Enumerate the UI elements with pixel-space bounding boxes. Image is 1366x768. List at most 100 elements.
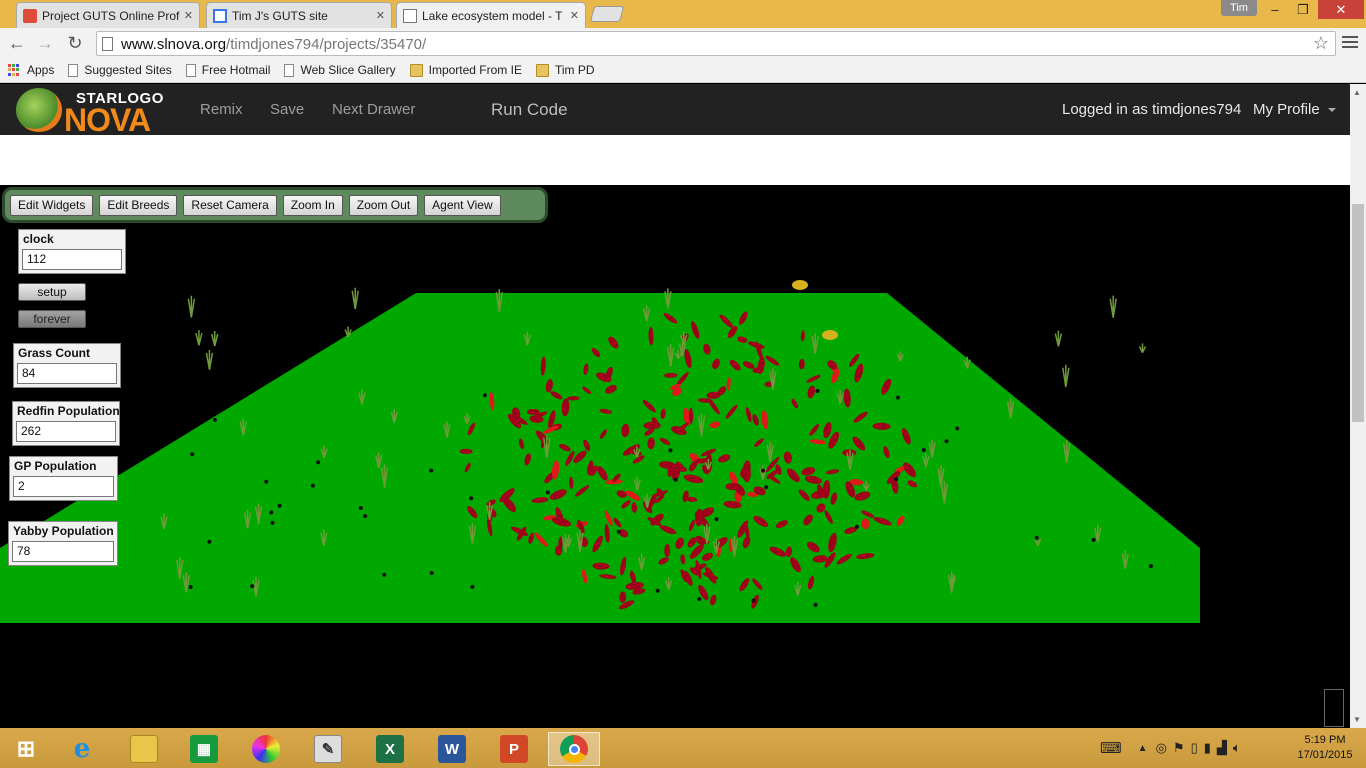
scroll-down-icon[interactable]: ▼ — [1353, 715, 1361, 724]
browser-toolbar: ← → ↻ www.slnova.org/timdjones794/projec… — [0, 28, 1366, 58]
bookmark-tim-pd[interactable]: Tim PD — [535, 63, 595, 77]
yabby-agent — [673, 477, 678, 482]
bookmark-apps[interactable]: Apps — [8, 63, 54, 77]
excel-icon[interactable]: X — [364, 732, 416, 766]
close-icon[interactable]: ✕ — [184, 9, 193, 22]
yabby-agent — [714, 517, 719, 522]
page-icon — [68, 63, 79, 77]
run-code-link[interactable]: Run Code — [491, 100, 568, 120]
show-hidden-icons-icon[interactable]: ▲ — [1138, 743, 1148, 754]
sync-icon[interactable]: ◎ — [1156, 740, 1167, 756]
forever-button[interactable]: forever — [18, 310, 86, 328]
flag-icon[interactable]: ⚑ — [1173, 740, 1185, 756]
profile-button[interactable]: Tim — [1221, 0, 1257, 16]
next-drawer-link[interactable]: Next Drawer — [332, 101, 415, 118]
bookmark-label: Apps — [27, 63, 55, 77]
reset-camera-button[interactable]: Reset Camera — [183, 194, 277, 216]
volume-icon[interactable]: 🔈︎ — [1233, 740, 1241, 756]
yabby-population-widget: Yabby Population 78 — [8, 521, 118, 566]
page-icon — [403, 8, 417, 23]
chrome-icon[interactable] — [548, 732, 600, 766]
yabby-agent — [1034, 535, 1039, 540]
power-icon[interactable]: ▯ — [1191, 740, 1198, 756]
scroll-up-icon[interactable]: ▲ — [1353, 88, 1361, 97]
grass-agent — [351, 287, 359, 310]
remix-link[interactable]: Remix — [200, 101, 243, 118]
tab-title: Project GUTS Online Profe — [42, 8, 180, 23]
edit-widgets-button[interactable]: Edit Widgets — [10, 194, 94, 216]
browser-tab-strip: Project GUTS Online Profe ✕ Tim J's GUTS… — [0, 0, 1366, 28]
close-icon[interactable]: ✕ — [570, 9, 579, 22]
bookmark-imported-from-ie[interactable]: Imported From IE — [409, 63, 522, 77]
simulation-viewport[interactable]: Edit Widgets Edit Breeds Reset Camera Zo… — [0, 185, 1350, 728]
bookmark-web-slice-gallery[interactable]: Web Slice Gallery — [284, 63, 396, 77]
zoom-in-button[interactable]: Zoom In — [282, 194, 343, 216]
bookmark-suggested-sites[interactable]: Suggested Sites — [68, 63, 172, 77]
url-text[interactable]: www.slnova.org/timdjones794/projects/354… — [121, 36, 426, 53]
gp-population-label: GP Population — [14, 459, 97, 473]
my-profile-dropdown[interactable]: My Profile — [1253, 101, 1336, 118]
folder-icon — [535, 63, 549, 77]
keyboard-icon[interactable]: ⌨ — [1100, 739, 1122, 757]
save-link[interactable]: Save — [270, 101, 304, 118]
reload-icon[interactable]: ↻ — [64, 32, 86, 54]
file-explorer-icon[interactable] — [118, 732, 170, 766]
folder-icon — [409, 63, 423, 77]
forward-arrow-icon[interactable]: → — [34, 32, 56, 54]
tab-tim-guts-site[interactable]: Tim J's GUTS site ✕ — [206, 2, 392, 28]
store-icon[interactable]: ▦ — [178, 732, 230, 766]
yabby-agent — [761, 468, 766, 473]
yabby-agent — [944, 439, 949, 444]
yabby-agent — [470, 584, 475, 589]
gp-agent — [822, 330, 838, 340]
edit-breeds-button[interactable]: Edit Breeds — [99, 194, 178, 216]
tab-lake-ecosystem[interactable]: Lake ecosystem model - T ✕ — [396, 2, 586, 28]
grass-agent — [210, 330, 219, 347]
resize-handle[interactable] — [1324, 689, 1344, 727]
yabby-agent — [616, 529, 621, 534]
paint-icon[interactable] — [240, 732, 292, 766]
hamburger-menu-icon[interactable] — [1342, 36, 1358, 50]
windows-taskbar: ⊞ e ▦ ✎ X W P ⌨ ▲ ◎ ⚑ ▯ ▮ ▟ 🔈︎ 5:19 PM 1… — [0, 728, 1366, 768]
close-window-button[interactable]: ✕ — [1318, 0, 1364, 19]
system-clock[interactable]: 5:19 PM 17/01/2015 — [1288, 733, 1362, 763]
yabby-population-label: Yabby Population — [13, 524, 114, 538]
powerpoint-icon[interactable]: P — [488, 732, 540, 766]
bookmark-star-icon[interactable]: ☆ — [1313, 33, 1329, 54]
network-icon[interactable]: ▮ — [1204, 740, 1211, 756]
yabby-agent — [277, 503, 282, 508]
ie-icon[interactable]: e — [56, 732, 108, 766]
notepad-icon[interactable]: ✎ — [302, 732, 354, 766]
tab-project-guts[interactable]: Project GUTS Online Profe ✕ — [16, 2, 200, 28]
minimize-button[interactable]: – — [1262, 0, 1288, 19]
signal-icon[interactable]: ▟ — [1217, 740, 1227, 756]
widget-toolbar: Edit Widgets Edit Breeds Reset Camera Zo… — [2, 187, 548, 223]
yabby-agent — [896, 395, 900, 400]
word-icon[interactable]: W — [426, 732, 478, 766]
address-bar[interactable]: www.slnova.org/timdjones794/projects/354… — [96, 31, 1336, 56]
yabby-agent — [429, 468, 434, 473]
terrain-canvas[interactable] — [0, 185, 1350, 728]
caret-down-icon — [1327, 108, 1336, 113]
starlogo-nova-logo[interactable]: STARLOGO NOVA — [14, 86, 184, 138]
yabby-agent — [382, 572, 387, 577]
zoom-out-button[interactable]: Zoom Out — [348, 194, 419, 216]
bookmark-free-hotmail[interactable]: Free Hotmail — [185, 63, 270, 77]
yabby-agent — [212, 417, 217, 422]
agent-view-button[interactable]: Agent View — [424, 194, 501, 216]
grass-agent — [1109, 295, 1117, 318]
gp-population-value: 2 — [13, 476, 114, 497]
setup-button[interactable]: setup — [18, 283, 86, 301]
page-icon — [284, 63, 295, 77]
close-icon[interactable]: ✕ — [376, 9, 385, 22]
start-icon[interactable]: ⊞ — [0, 732, 52, 766]
tab-title: Lake ecosystem model - T — [422, 8, 563, 23]
page-scrollbar[interactable]: ▲ ▼ — [1350, 84, 1366, 728]
scrollbar-thumb[interactable] — [1352, 204, 1364, 422]
back-arrow-icon[interactable]: ← — [6, 32, 28, 54]
maximize-button[interactable]: ❐ — [1290, 0, 1316, 19]
yabby-agent — [751, 598, 756, 603]
yabby-agent — [250, 584, 255, 589]
yabby-agent — [264, 479, 269, 484]
new-tab-button[interactable] — [589, 6, 625, 22]
